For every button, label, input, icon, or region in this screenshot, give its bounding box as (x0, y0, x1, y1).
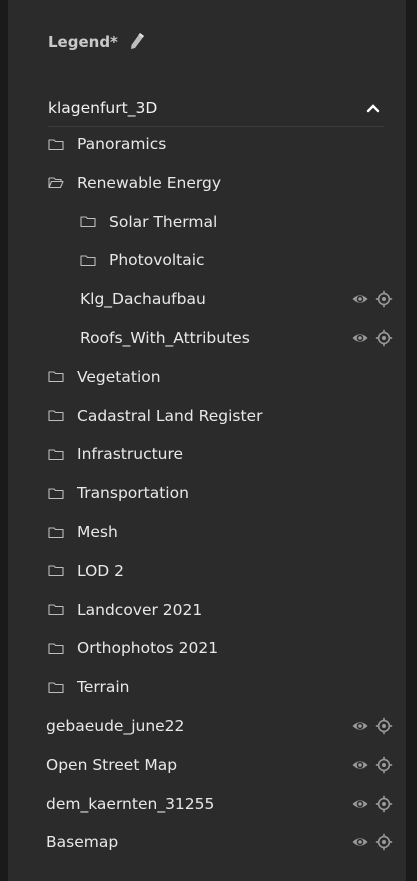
tree-folder-item[interactable]: Vegetation (48, 358, 393, 396)
layer-actions (351, 746, 393, 784)
locate-icon[interactable] (375, 833, 393, 851)
tree-item-label: Solar Thermal (109, 212, 218, 231)
tree-folder-item[interactable]: Solar Thermal (80, 203, 393, 241)
tree-folder-item[interactable]: Renewable Energy (48, 164, 393, 202)
tree-folder-item[interactable]: Transportation (48, 474, 393, 512)
eye-icon[interactable] (351, 329, 369, 347)
tree-item-label: dem_kaernten_31255 (46, 794, 215, 813)
layer-actions (351, 785, 393, 823)
tree-item-label: Cadastral Land Register (77, 406, 263, 425)
tree-item-label: Infrastructure (77, 445, 184, 464)
folder-icon[interactable] (48, 138, 64, 151)
tree-item-label: Vegetation (77, 367, 161, 386)
tree-layer-item[interactable]: dem_kaernten_31255 (46, 785, 393, 823)
locate-icon[interactable] (375, 329, 393, 347)
tree-item-label: Terrain (77, 678, 130, 697)
layer-actions (351, 707, 393, 745)
eye-icon[interactable] (351, 756, 369, 774)
eye-icon[interactable] (351, 833, 369, 851)
folder-icon[interactable] (48, 526, 64, 539)
tree-folder-item[interactable]: Photovoltaic (80, 241, 393, 279)
folder-icon[interactable] (48, 603, 64, 616)
tree-layer-item[interactable]: Open Street Map (46, 746, 393, 784)
chevron-up-icon[interactable] (366, 103, 380, 113)
project-name: klagenfurt_3D (48, 99, 158, 117)
folder-icon[interactable] (48, 409, 64, 422)
legend-panel: Legend* klagenfurt_3D Panoramics Renewabl… (8, 0, 406, 881)
legend-title: Legend* (48, 33, 118, 51)
folder-icon[interactable] (80, 215, 96, 228)
tree-layer-item[interactable]: Roofs_With_Attributes (80, 319, 393, 357)
folder-icon[interactable] (48, 642, 64, 655)
tree-folder-item[interactable]: Panoramics (48, 125, 393, 163)
tree-layer-item[interactable]: Basemap (46, 823, 393, 861)
locate-icon[interactable] (375, 717, 393, 735)
locate-icon[interactable] (375, 795, 393, 813)
folder-icon[interactable] (48, 487, 64, 500)
layer-actions (351, 319, 393, 357)
tree-item-label: Klg_Dachaufbau (80, 290, 206, 309)
tree-item-label: Panoramics (77, 135, 167, 153)
legend-header: Legend* klagenfurt_3D (48, 28, 388, 127)
folder-icon[interactable] (48, 564, 64, 577)
folder-open-icon[interactable] (48, 176, 64, 189)
tree-item-label: Open Street Map (46, 755, 178, 774)
project-selector[interactable]: klagenfurt_3D (48, 90, 384, 127)
tree-folder-item[interactable]: Infrastructure (48, 435, 393, 473)
eye-icon[interactable] (351, 290, 369, 308)
tree-folder-item[interactable]: LOD 2 (48, 552, 393, 590)
tree-layer-item[interactable]: gebaeude_june22 (46, 707, 393, 745)
tree-item-label: Renewable Energy (77, 173, 222, 192)
folder-icon[interactable] (48, 370, 64, 383)
tree-folder-item[interactable]: Terrain (48, 668, 393, 706)
tree-layer-item[interactable]: Klg_Dachaufbau (80, 280, 393, 318)
tree-item-label: Basemap (46, 833, 119, 852)
eye-icon[interactable] (351, 795, 369, 813)
tree-item-label: Transportation (77, 484, 189, 503)
tree-item-label: Photovoltaic (109, 251, 205, 270)
locate-icon[interactable] (375, 756, 393, 774)
tree-item-label: gebaeude_june22 (46, 717, 185, 735)
tree-item-label: Roofs_With_Attributes (80, 329, 250, 347)
tree-item-label: Orthophotos 2021 (77, 639, 219, 658)
tree-folder-item[interactable]: Mesh (48, 513, 393, 551)
folder-icon[interactable] (48, 448, 64, 461)
layer-actions (351, 280, 393, 318)
tree-item-label: LOD 2 (77, 561, 125, 580)
tree-item-label: Mesh (77, 523, 118, 541)
layer-actions (351, 823, 393, 861)
tree-item-label: Landcover 2021 (77, 600, 203, 619)
locate-icon[interactable] (375, 290, 393, 308)
pencil-icon[interactable] (128, 31, 146, 53)
folder-icon[interactable] (48, 681, 64, 694)
tree-folder-item[interactable]: Orthophotos 2021 (48, 629, 393, 667)
tree-folder-item[interactable]: Landcover 2021 (48, 591, 393, 629)
legend-title-row: Legend* (48, 28, 388, 56)
eye-icon[interactable] (351, 717, 369, 735)
tree-folder-item[interactable]: Cadastral Land Register (48, 397, 393, 435)
folder-icon[interactable] (80, 254, 96, 267)
